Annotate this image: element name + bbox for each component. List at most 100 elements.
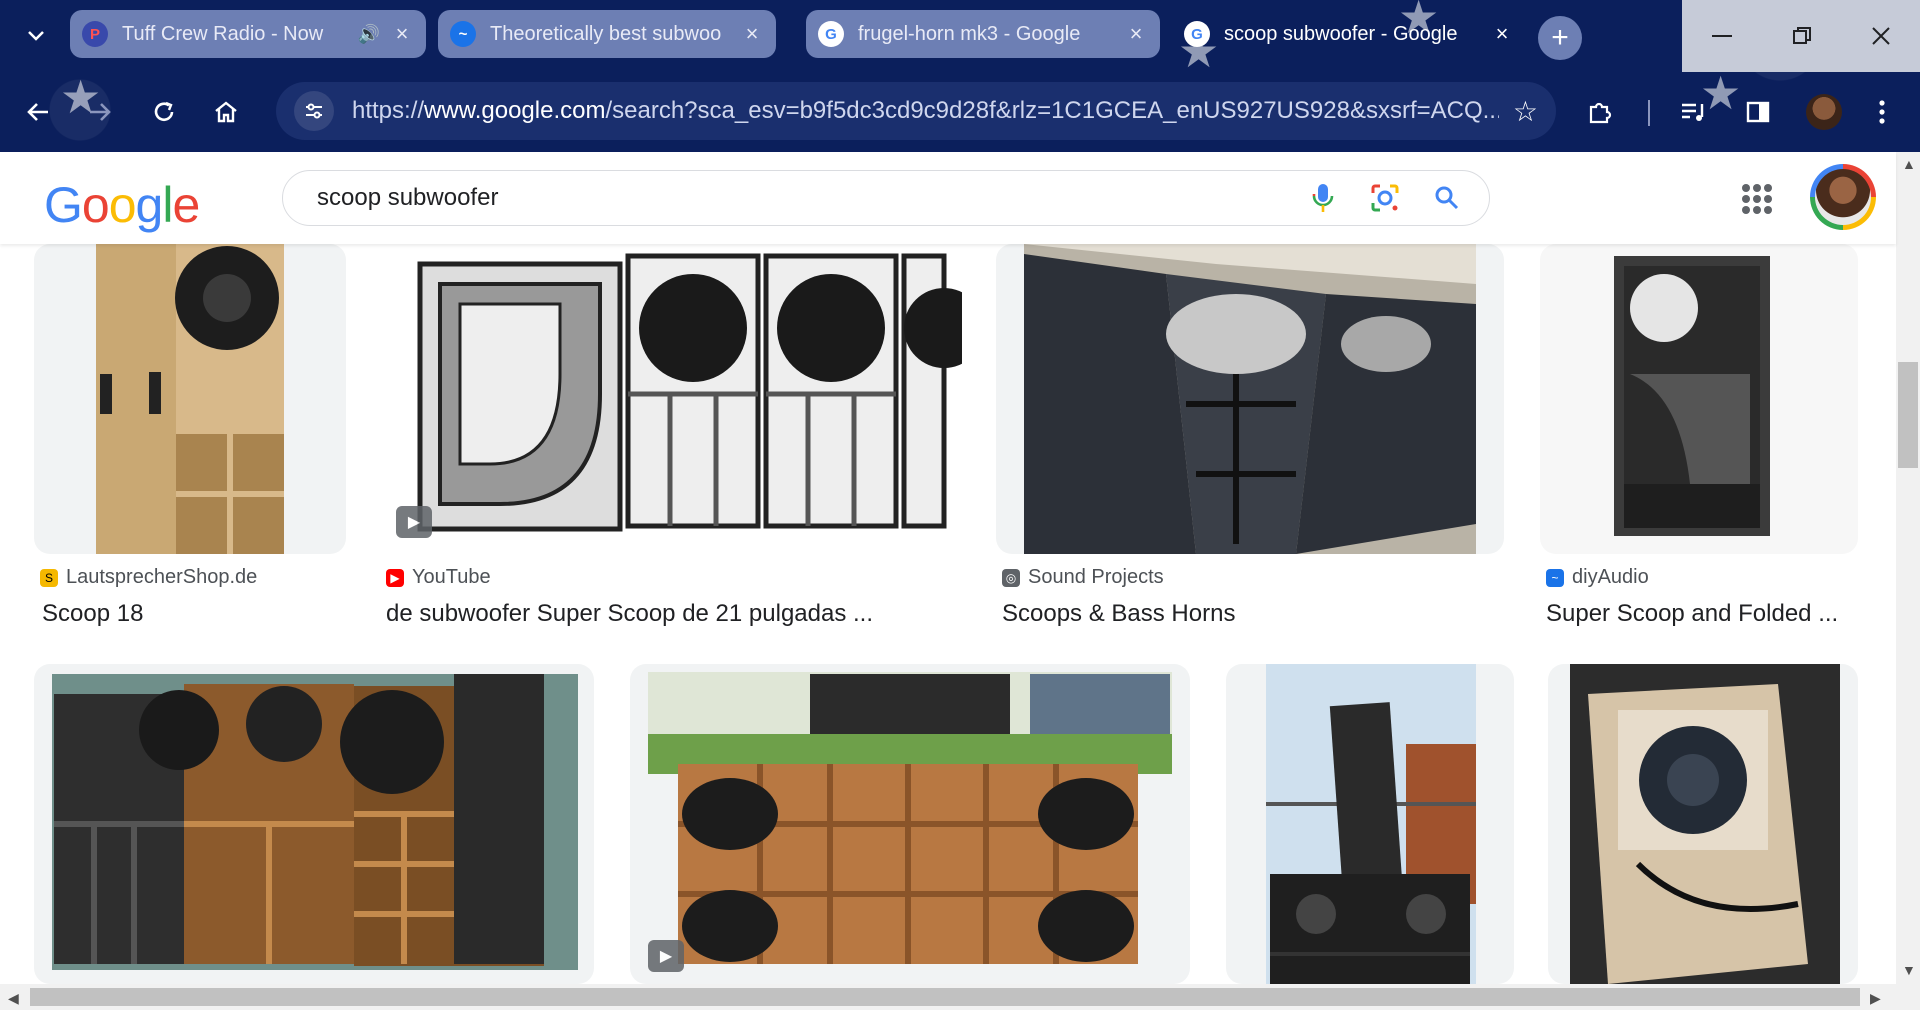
result-title[interactable]: Super Scoop and Folded ... xyxy=(1546,600,1838,628)
youtube-favicon-icon: ▶ xyxy=(386,568,404,587)
extensions-button[interactable] xyxy=(1582,94,1618,130)
google-favicon-icon: G xyxy=(1184,21,1210,47)
microphone-icon xyxy=(1312,184,1334,212)
search-submit-button[interactable] xyxy=(1427,178,1467,218)
more-vert-icon xyxy=(1879,100,1885,124)
close-tab-icon[interactable]: × xyxy=(1490,21,1514,47)
image-results-grid: S LautsprecherShop.de Scoop 18 ▶ ▶ YouTu… xyxy=(0,244,1896,984)
result-thumbnail[interactable] xyxy=(34,664,594,984)
result-thumbnail[interactable] xyxy=(1548,664,1858,984)
image-result-card[interactable] xyxy=(996,244,1504,554)
scroll-up-arrow-icon[interactable]: ▲ xyxy=(1902,156,1916,172)
image-result-card[interactable] xyxy=(1548,664,1858,984)
three-scoop-cabinets-image xyxy=(52,674,578,970)
vertical-scrollbar[interactable] xyxy=(1896,152,1920,984)
close-tab-icon[interactable]: × xyxy=(740,21,764,47)
puzzle-icon xyxy=(1589,102,1612,124)
scroll-down-arrow-icon[interactable]: ▼ xyxy=(1902,962,1916,978)
google-header: Google scoop subwoofer xyxy=(0,152,1896,244)
result-thumbnail[interactable] xyxy=(1226,664,1514,984)
media-queue-icon xyxy=(1682,103,1704,121)
image-result-card[interactable] xyxy=(34,664,594,984)
arrow-right-icon xyxy=(90,103,111,121)
result-thumbnail[interactable] xyxy=(1540,244,1858,554)
google-favicon-icon: G xyxy=(818,21,844,47)
restore-button[interactable] xyxy=(1762,0,1842,72)
minimize-button[interactable] xyxy=(1682,0,1762,72)
google-apps-icon[interactable] xyxy=(1742,184,1772,214)
toolbar-divider xyxy=(1648,100,1650,126)
result-thumbnail[interactable] xyxy=(34,244,346,554)
horizontal-scrollbar-thumb[interactable] xyxy=(30,988,1860,1006)
close-tab-icon[interactable]: × xyxy=(1124,21,1148,47)
image-result-card[interactable]: ▶ xyxy=(380,244,962,554)
chrome-menu-button[interactable] xyxy=(1864,94,1900,130)
result-title[interactable]: de subwoofer Super Scoop de 21 pulgadas … xyxy=(386,600,873,628)
speaker-icon[interactable]: 🔊 xyxy=(358,24,380,45)
back-button[interactable] xyxy=(16,90,60,134)
tab-strip: P Tuff Crew Radio - Now 🔊 × ~ Theoretica… xyxy=(0,0,1920,72)
new-tab-button[interactable]: + xyxy=(1538,16,1582,60)
image-result-card[interactable]: ▶ xyxy=(630,664,1190,984)
search-input[interactable]: scoop subwoofer xyxy=(317,184,1303,212)
lens-search-button[interactable] xyxy=(1365,178,1405,218)
super-scoop-diyaudio-image xyxy=(1614,256,1770,536)
side-panel-button[interactable] xyxy=(1740,94,1776,130)
result-source[interactable]: S LautsprecherShop.de xyxy=(40,566,257,589)
site-info-icon[interactable] xyxy=(294,91,334,131)
reload-button[interactable] xyxy=(142,90,186,134)
result-title[interactable]: Scoop 18 xyxy=(42,600,143,628)
video-play-icon: ▶ xyxy=(648,940,684,972)
single-scoop-cabinet-image xyxy=(1570,664,1840,984)
image-result-card[interactable] xyxy=(1540,244,1858,554)
google-logo[interactable]: Google xyxy=(44,176,200,234)
result-thumbnail[interactable]: ▶ xyxy=(630,664,1190,984)
close-window-button[interactable] xyxy=(1842,0,1920,72)
google-account-avatar[interactable] xyxy=(1810,164,1876,230)
url-text[interactable]: https://www.google.com/search?sca_esv=b9… xyxy=(352,97,1499,125)
line-array-stack-image xyxy=(1266,664,1476,984)
tab-scoop-subwoofer[interactable]: G scoop subwoofer - Google × xyxy=(1172,10,1526,58)
tab-search-button[interactable] xyxy=(18,18,54,54)
reload-icon xyxy=(154,101,174,121)
search-box[interactable]: scoop subwoofer xyxy=(282,170,1490,226)
minimize-icon xyxy=(1712,35,1732,37)
forward-button[interactable] xyxy=(78,90,122,134)
tab-tuff-crew-radio[interactable]: P Tuff Crew Radio - Now 🔊 × xyxy=(70,10,426,58)
voice-search-button[interactable] xyxy=(1303,178,1343,218)
search-icon xyxy=(1435,186,1459,210)
side-panel-icon xyxy=(1746,101,1770,123)
result-source[interactable]: ~ diyAudio xyxy=(1546,566,1649,589)
scoop-18-image xyxy=(96,244,284,554)
tune-icon xyxy=(306,103,322,119)
browser-toolbar: https://www.google.com/search?sca_esv=b9… xyxy=(0,72,1920,152)
super-scoop-diagram-image xyxy=(417,253,962,532)
globe-icon: ◎ xyxy=(1002,568,1020,587)
result-source[interactable]: ▶ YouTube xyxy=(386,566,491,589)
media-control-button[interactable] xyxy=(1676,94,1712,130)
image-result-card[interactable] xyxy=(34,244,346,554)
scroll-left-arrow-icon[interactable]: ◀ xyxy=(8,990,19,1007)
image-result-card[interactable] xyxy=(1226,664,1514,984)
result-thumbnail[interactable]: ▶ xyxy=(380,244,962,554)
close-tab-icon[interactable]: × xyxy=(390,21,414,47)
result-source[interactable]: ◎ Sound Projects xyxy=(1002,566,1164,589)
address-bar[interactable]: https://www.google.com/search?sca_esv=b9… xyxy=(276,82,1556,140)
tab-frugel-horn[interactable]: G frugel-horn mk3 - Google × xyxy=(806,10,1160,58)
vertical-scrollbar-thumb[interactable] xyxy=(1898,362,1918,468)
result-thumbnail[interactable] xyxy=(996,244,1504,554)
sound-projects-scoops-image xyxy=(1024,244,1476,554)
home-button[interactable] xyxy=(204,90,248,134)
diyaudio-favicon-icon: ~ xyxy=(1546,568,1564,587)
tab-theoretically-best[interactable]: ~ Theoretically best subwoo × xyxy=(438,10,776,58)
camera-lens-icon xyxy=(1371,184,1399,212)
profile-avatar[interactable] xyxy=(1806,94,1842,130)
video-play-icon: ▶ xyxy=(396,506,432,538)
scroll-right-arrow-icon[interactable]: ▶ xyxy=(1870,990,1881,1007)
diyaudio-favicon-icon: ~ xyxy=(450,21,476,47)
browser-chrome: ★ ★ ★ ★ P Tuff Crew Radio - Now 🔊 × ~ Th… xyxy=(0,0,1920,152)
chevron-down-icon xyxy=(28,31,44,41)
result-title[interactable]: Scoops & Bass Horns xyxy=(1002,600,1235,628)
home-icon xyxy=(215,101,237,123)
bookmark-star-icon[interactable]: ☆ xyxy=(1513,95,1538,128)
